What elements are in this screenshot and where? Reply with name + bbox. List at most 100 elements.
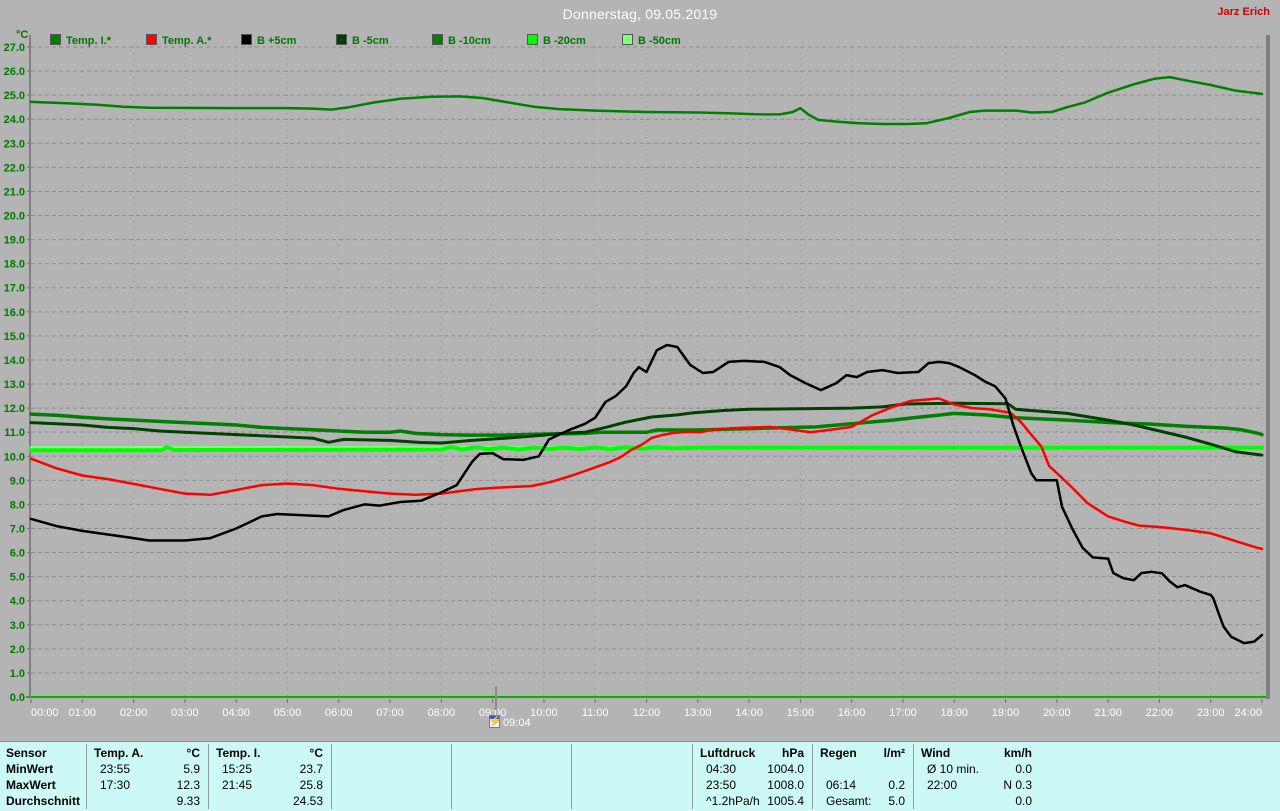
table-cell: Durchschnitt <box>6 794 80 808</box>
table-row: 23:555.9 <box>86 761 208 777</box>
y-tick-label: 21.0 <box>4 186 25 198</box>
current-time-marker: ⚡09:04 <box>489 713 531 727</box>
y-tick-label: 15.0 <box>4 331 25 343</box>
table-row: 24.53 <box>208 793 331 809</box>
table-cell: 1008.0 <box>692 778 804 792</box>
y-tick-label: 4.0 <box>10 596 25 608</box>
table-row: ^1.2hPa/h1005.4 <box>692 793 812 809</box>
x-tick-label: 08:00 <box>428 707 456 719</box>
y-tick-label: 27.0 <box>4 42 25 54</box>
table-cell: l/m² <box>812 746 905 760</box>
table-row <box>451 793 571 809</box>
table-row-label-column: Sensor MinWert MaxWert Durchschnitt <box>0 742 86 811</box>
y-tick-label: 7.0 <box>10 523 25 535</box>
x-tick-label: 04:00 <box>222 707 250 719</box>
table-column-empty-3 <box>571 742 692 811</box>
table-row-label: MaxWert <box>0 777 86 793</box>
table-cell: 0.0 <box>913 794 1032 808</box>
table-cell: 0.0 <box>913 762 1032 776</box>
y-tick-label: 5.0 <box>10 572 25 584</box>
current-time-label: 09:04 <box>503 717 531 729</box>
table-row <box>571 777 692 793</box>
y-tick-label: 10.0 <box>4 451 25 463</box>
y-tick-label: 9.0 <box>10 475 25 487</box>
x-tick-label: 13:00 <box>684 707 712 719</box>
table-row: 17:3012.3 <box>86 777 208 793</box>
table-row <box>331 777 451 793</box>
chart-plot-area: 0.01.02.03.04.05.06.07.08.09.010.011.012… <box>0 0 1280 737</box>
table-header-row <box>451 745 571 761</box>
y-tick-label: 23.0 <box>4 138 25 150</box>
x-tick-label: 16:00 <box>838 707 866 719</box>
y-tick-label: 8.0 <box>10 499 25 511</box>
table-header-row: Regenl/m² <box>812 745 913 761</box>
table-row: Ø 10 min.0.0 <box>913 761 1280 777</box>
y-tick-label: 19.0 <box>4 235 25 247</box>
table-row: Gesamt:5.0 <box>812 793 913 809</box>
table-row-label: Sensor <box>0 745 86 761</box>
table-cell: N 0.3 <box>913 778 1032 792</box>
table-row: 9.33 <box>86 793 208 809</box>
table-column-empty-2 <box>451 742 571 811</box>
table-column-temp-i: Temp. I.°C15:2523.721:4525.824.53 <box>208 742 331 811</box>
x-tick-label: 05:00 <box>274 707 302 719</box>
y-tick-label: 11.0 <box>4 427 25 439</box>
table-row: 04:301004.0 <box>692 761 812 777</box>
table-cell: 5.0 <box>812 794 905 808</box>
x-tick-label: 02:00 <box>120 707 148 719</box>
x-tick-label: 01:00 <box>69 707 97 719</box>
table-cell: 12.3 <box>86 778 200 792</box>
table-header-row: Windkm/h <box>913 745 1280 761</box>
table-cell: 24.53 <box>208 794 323 808</box>
table-row: 23:501008.0 <box>692 777 812 793</box>
y-tick-label: 3.0 <box>10 620 25 632</box>
table-row <box>331 761 451 777</box>
y-tick-label: 0.0 <box>10 692 25 704</box>
x-tick-label: 03:00 <box>171 707 199 719</box>
x-tick-label: 19:00 <box>992 707 1020 719</box>
x-tick-label: 24:00 <box>1234 707 1262 719</box>
y-tick-label: 17.0 <box>4 283 25 295</box>
table-cell: km/h <box>913 746 1032 760</box>
table-row: 21:4525.8 <box>208 777 331 793</box>
table-row <box>571 761 692 777</box>
y-tick-label: 2.0 <box>10 644 25 656</box>
table-row: 15:2523.7 <box>208 761 331 777</box>
table-cell: 25.8 <box>208 778 323 792</box>
x-tick-label: 07:00 <box>376 707 404 719</box>
x-tick-label: 14:00 <box>735 707 763 719</box>
table-cell: Sensor <box>6 746 47 760</box>
table-header-row: LuftdruckhPa <box>692 745 812 761</box>
y-tick-label: 25.0 <box>4 90 25 102</box>
x-tick-label: 22:00 <box>1146 707 1174 719</box>
x-tick-label: 18:00 <box>940 707 968 719</box>
table-cell: °C <box>208 746 323 760</box>
table-cell: 0.2 <box>812 778 905 792</box>
table-column-empty-1 <box>331 742 451 811</box>
table-row-label: MinWert <box>0 761 86 777</box>
y-tick-label: 13.0 <box>4 379 25 391</box>
table-column-regen: Regenl/m² 06:140.2Gesamt:5.0 <box>812 742 913 811</box>
y-tick-label: 6.0 <box>10 548 25 560</box>
table-row: 06:140.2 <box>812 777 913 793</box>
table-header-row: Temp. A.°C <box>86 745 208 761</box>
table-row <box>812 761 913 777</box>
table-cell: 1004.0 <box>692 762 804 776</box>
table-column-luftdruck: LuftdruckhPa04:301004.023:501008.0^1.2hP… <box>692 742 812 811</box>
series-line-tempi <box>31 77 1262 124</box>
table-cell: MaxWert <box>6 778 56 792</box>
y-tick-label: 18.0 <box>4 259 25 271</box>
table-cell: MinWert <box>6 762 53 776</box>
x-tick-label: 15:00 <box>787 707 815 719</box>
y-tick-label: 16.0 <box>4 307 25 319</box>
y-tick-label: 24.0 <box>4 114 25 126</box>
table-cell: 9.33 <box>86 794 200 808</box>
y-tick-label: 12.0 <box>4 403 25 415</box>
table-cell: 1005.4 <box>692 794 804 808</box>
daily-statistics-table: Sensor MinWert MaxWert Durchschnitt Temp. A.… <box>0 741 1280 811</box>
table-header-row <box>331 745 451 761</box>
y-tick-label: 26.0 <box>4 66 25 78</box>
x-tick-label: 11:00 <box>582 707 609 719</box>
y-tick-label: 20.0 <box>4 211 25 223</box>
weather-flash-icon: ⚡ <box>489 715 500 728</box>
